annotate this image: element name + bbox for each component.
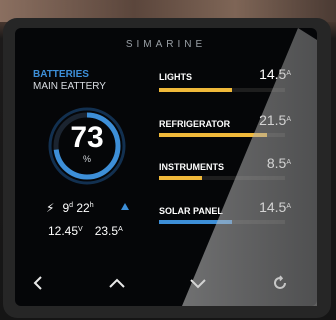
battery-current: 23.5 [94, 224, 119, 238]
up-button[interactable] [102, 272, 132, 294]
brand-logo: SIMARINE [125, 39, 207, 50]
channel-value-number: 21.5 [259, 112, 287, 128]
battery-percent-unit: % [82, 154, 91, 164]
channel-value-instruments: 8.5A [267, 155, 291, 171]
down-chevron-icon [190, 279, 206, 289]
voltage-unit: V [78, 226, 83, 233]
battery-percent: 73 [70, 121, 104, 154]
battery-voltage: 12.45 [48, 224, 79, 238]
channel-bar-solar-panel [159, 220, 285, 224]
channel-bar-fill [159, 176, 202, 180]
channel-bar-fill [159, 88, 233, 92]
battery-name: MAIN EATTERY [33, 81, 106, 92]
channel-label-lights: LIGHTS [159, 72, 192, 82]
channel-bar-refrigerator [159, 133, 285, 137]
time-remaining: ⚡︎ 9d 22h [46, 200, 94, 215]
lightning-bolt-icon: ⚡︎ [46, 200, 55, 215]
time-hours: 22 [76, 200, 90, 215]
up-chevron-icon [109, 278, 125, 288]
channel-bar-fill [159, 220, 233, 224]
channel-value-number: 14.5 [259, 199, 287, 215]
back-button[interactable] [23, 272, 53, 294]
down-button[interactable] [183, 272, 213, 294]
channel-value-unit: A [286, 203, 291, 210]
channel-value-refrigerator: 21.5A [259, 112, 291, 128]
channel-value-unit: A [286, 116, 291, 123]
channel-value-number: 14.5 [259, 66, 287, 82]
channel-label-refrigerator: REFRIGERATOR [159, 119, 231, 129]
time-days-unit: d [69, 202, 74, 209]
channel-value-number: 8.5 [266, 155, 287, 171]
batteries-heading: BATTERIES [33, 69, 89, 80]
current-unit: A [118, 226, 123, 233]
channel-label-instruments: INSTRUMENTS [159, 162, 224, 172]
channel-bar-instruments [159, 176, 285, 180]
back-icon [33, 276, 42, 290]
channel-value-unit: A [286, 70, 291, 77]
channel-value-unit: A [286, 159, 291, 166]
channel-value-lights: 14.5A [259, 66, 291, 82]
channel-label-solar-panel: SOLAR PANEL [159, 206, 223, 216]
channel-value-solar-panel: 14.5A [259, 199, 291, 215]
display-screen: SIMARINE BATTERIES MAIN EATTERY 73 % ⚡︎ 9… [15, 28, 317, 306]
refresh-button[interactable] [265, 272, 295, 294]
time-hours-unit: h [89, 202, 94, 209]
channel-bar-fill [159, 133, 268, 137]
up-arrow-icon [121, 203, 129, 210]
battery-stats: 12.45V 23.5A [48, 224, 123, 238]
channel-bar-lights [159, 88, 285, 92]
refresh-icon [274, 275, 286, 289]
